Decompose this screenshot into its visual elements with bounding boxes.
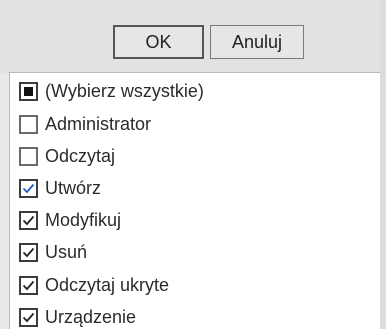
checkbox[interactable] — [19, 81, 38, 101]
list-item-label: Utwórz — [45, 177, 102, 198]
list-item-read[interactable]: Odczytaj — [19, 145, 115, 167]
list-item-device[interactable]: Urządzenie — [19, 306, 136, 328]
list-item-create[interactable]: Utwórz — [19, 177, 101, 199]
list-item-label: Odczytaj — [45, 145, 116, 166]
checkmark-icon — [22, 183, 35, 193]
list-item-label: Usuń — [45, 241, 88, 262]
checkmark-icon — [22, 247, 35, 257]
checkmark-icon — [22, 215, 35, 225]
list-item-read-hidden[interactable]: Odczytaj ukryte — [19, 274, 169, 296]
checkbox[interactable] — [19, 275, 38, 295]
checkbox[interactable] — [19, 210, 38, 230]
list-item-label: Administrator — [45, 113, 152, 134]
checkbox[interactable] — [19, 146, 38, 166]
checkbox[interactable] — [19, 178, 38, 198]
list-item-delete[interactable]: Usuń — [19, 241, 87, 263]
list-item-label: Urządzenie — [45, 306, 137, 327]
list-item-label: (Wybierz wszystkie) — [45, 80, 204, 101]
right-edge-scrollbar-track — [380, 0, 386, 329]
list-item-label: Odczytaj ukryte — [45, 274, 170, 295]
filter-checkbox-list: (Wybierz wszystkie) Administrator Odczyt… — [9, 72, 380, 329]
checkbox[interactable] — [19, 114, 38, 134]
checkmark-icon — [22, 312, 35, 322]
checkmark-icon — [22, 280, 35, 290]
list-item-modify[interactable]: Modyfikuj — [19, 209, 121, 231]
list-item-administrator[interactable]: Administrator — [19, 113, 151, 135]
list-item-label: Modyfikuj — [45, 209, 122, 230]
checkbox[interactable] — [19, 242, 38, 262]
ok-button[interactable]: OK — [113, 25, 204, 59]
cancel-button[interactable]: Anuluj — [210, 25, 304, 59]
checkbox[interactable] — [19, 307, 38, 327]
list-item-select-all[interactable]: (Wybierz wszystkie) — [19, 80, 204, 102]
